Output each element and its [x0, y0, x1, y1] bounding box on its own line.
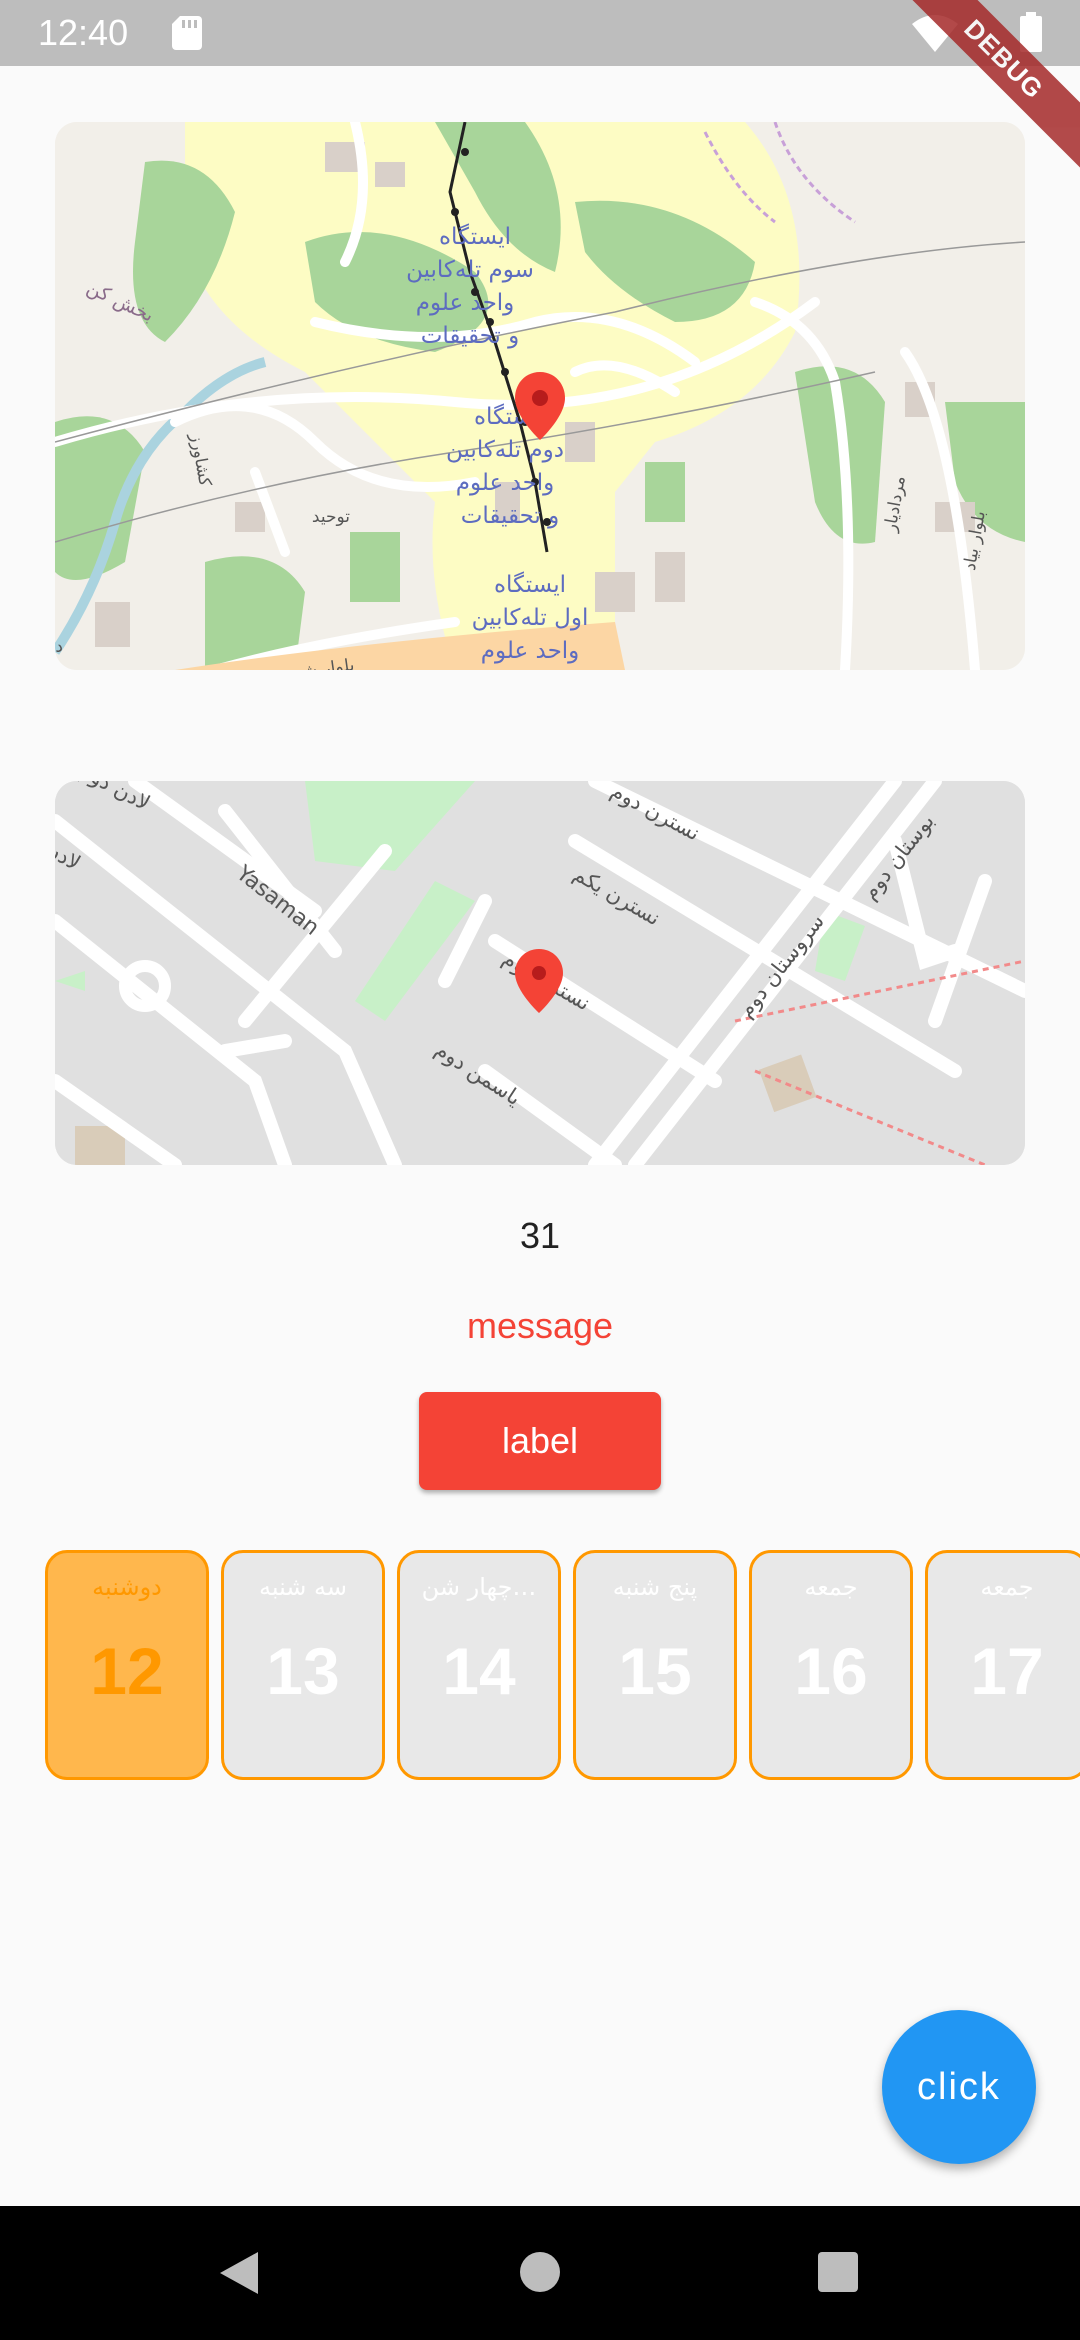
map-label: و تحقیقات	[461, 503, 560, 529]
map-view-2[interactable]: نسترن دوم لادن دوم لادن یک نسترن یکم بوس…	[55, 781, 1025, 1165]
status-bar: 12:40 DEBUG	[0, 0, 1080, 182]
sd-card-icon	[172, 16, 202, 50]
map-label: دوم تله‌کابین	[446, 437, 564, 463]
day-item[interactable]: جمعه 16	[749, 1550, 913, 1780]
label-button[interactable]: label	[419, 1392, 661, 1490]
map-view-1[interactable]: ایستگاه سوم تله‌کابین واحد علوم و تحقیقا…	[55, 122, 1025, 670]
day-number: 13	[266, 1634, 340, 1708]
map-label: واحد علوم	[416, 290, 515, 316]
day-number: 15	[618, 1634, 692, 1708]
status-time: 12:40	[38, 12, 129, 53]
app-screen: 12:40 DEBUG	[0, 0, 1080, 2340]
day-name: جمعه	[980, 1573, 1034, 1601]
day-item[interactable]: پنج شنبه 15	[573, 1550, 737, 1780]
day-item[interactable]: …چهار شن 14	[397, 1550, 561, 1780]
map-label: ایستگاه	[494, 571, 566, 598]
day-number: 16	[794, 1634, 868, 1708]
day-number: 17	[970, 1634, 1044, 1708]
map-label: واحد علوم	[456, 470, 555, 496]
system-nav-bar	[0, 2206, 1080, 2340]
home-icon[interactable]	[520, 2252, 560, 2292]
day-name: …چهار شن	[421, 1573, 537, 1601]
day-name: دوشنبه	[92, 1573, 162, 1601]
day-item[interactable]: جمعه 17	[925, 1550, 1080, 1780]
recents-icon[interactable]	[818, 2252, 858, 2292]
map-label: و تحقیقات	[421, 323, 520, 349]
click-fab-button[interactable]: click	[882, 2010, 1036, 2164]
day-name: سه شنبه	[258, 1573, 348, 1601]
map-label: ایستگاه	[439, 223, 511, 250]
counter-text: 31	[519, 1215, 561, 1256]
day-item[interactable]: سه شنبه 13	[221, 1550, 385, 1780]
day-number: 12	[90, 1634, 164, 1708]
map-label: سوم تله‌کابین	[406, 257, 534, 283]
map-label: دز	[55, 637, 63, 657]
day-name: جمعه	[804, 1573, 858, 1601]
day-number: 14	[442, 1634, 516, 1708]
message-text: message	[466, 1305, 614, 1346]
day-item[interactable]: دوشنبه 12	[45, 1550, 209, 1780]
day-selector[interactable]: دوشنبه 12 سه شنبه 13 …چهار شن 14 پنج شنب…	[0, 1550, 1080, 1782]
day-name: پنج شنبه	[612, 1573, 698, 1601]
map-label: واحد علوم	[481, 638, 580, 664]
map-label: اول تله‌کابین	[472, 605, 589, 631]
back-icon[interactable]	[218, 2250, 260, 2296]
map-label: توحید	[312, 507, 350, 527]
